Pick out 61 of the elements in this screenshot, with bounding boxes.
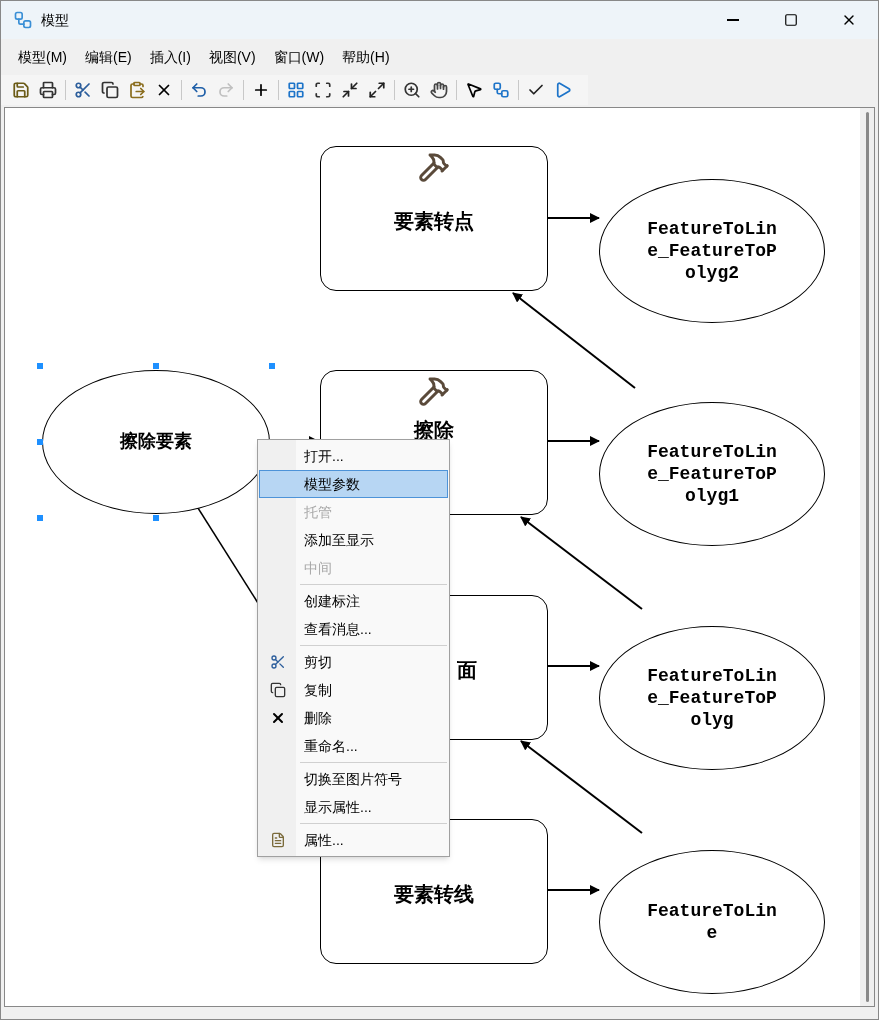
node-label: FeatureToLine_FeatureToPolyg1 [647, 441, 777, 507]
expand-icon [368, 81, 386, 99]
add-data-icon [252, 81, 270, 99]
vertical-scrollbar[interactable] [860, 108, 874, 1006]
node-label: 要素转线 [394, 881, 474, 907]
node-label: 面 [457, 657, 477, 683]
properties-icon [270, 832, 286, 848]
menu-item[interactable]: 编辑(E) [76, 46, 141, 68]
full-extent-icon [314, 81, 332, 99]
copy-icon [270, 682, 286, 698]
copy-icon [101, 81, 119, 99]
selection-handle[interactable] [269, 363, 275, 369]
context-menu-item[interactable]: 切换至图片符号 [259, 765, 448, 793]
node-label: 擦除 [414, 417, 454, 443]
model-icon [13, 10, 33, 30]
context-menu-item[interactable]: 打开... [259, 442, 448, 470]
selection-handle[interactable] [37, 363, 43, 369]
context-menu-item[interactable]: 复制 [259, 676, 448, 704]
selection-handle[interactable] [37, 515, 43, 521]
context-menu-item[interactable]: 创建标注 [259, 587, 448, 615]
context-menu-item[interactable]: 剪切 [259, 648, 448, 676]
context-menu-item[interactable]: 重命名... [259, 732, 448, 760]
minimize-icon [727, 19, 739, 21]
menu-item[interactable]: 模型(M) [9, 46, 76, 68]
node-label: FeatureToLine_FeatureToPolyg [647, 665, 777, 731]
menu-item[interactable]: 插入(I) [140, 46, 200, 68]
shrink-icon [341, 81, 359, 99]
run-icon [554, 81, 572, 99]
selection-handle[interactable] [153, 363, 159, 369]
node-label: FeatureToLine_FeatureToPolyg2 [647, 218, 777, 284]
pan-hand-icon [430, 81, 448, 99]
hammer-icon [418, 375, 450, 407]
scissors-icon [270, 654, 286, 670]
selection-handle[interactable] [153, 515, 159, 521]
selection-handle[interactable] [37, 439, 43, 445]
maximize-icon [784, 13, 798, 27]
context-menu-item[interactable]: 添加至显示 [259, 526, 448, 554]
printer-icon [39, 81, 57, 99]
redo-icon [217, 81, 235, 99]
connect-icon [492, 81, 510, 99]
grid-layout-icon [287, 81, 305, 99]
node-label: FeatureToLine [647, 900, 777, 944]
menu-item[interactable]: 帮助(H) [333, 46, 399, 68]
context-menu-item[interactable]: 查看消息... [259, 615, 448, 643]
paste-icon [128, 81, 146, 99]
undo-icon [190, 81, 208, 99]
context-menu-item[interactable]: 显示属性... [259, 793, 448, 821]
node-label: 擦除要素 [119, 431, 193, 453]
context-menu-item[interactable]: 模型参数 [259, 470, 448, 498]
hammer-icon [418, 151, 450, 183]
menu-item[interactable]: 视图(V) [199, 46, 265, 68]
context-menu-item[interactable]: 属性... [259, 826, 448, 854]
node-label: 要素转点 [394, 208, 474, 234]
scissors-icon [74, 81, 92, 99]
zoom-in-icon [403, 81, 421, 99]
pointer-icon [465, 81, 483, 99]
save-icon [12, 81, 30, 99]
context-menu-item[interactable]: 删除 [259, 704, 448, 732]
menu-item[interactable]: 窗口(W) [264, 46, 334, 68]
window-title: 模型 [41, 10, 69, 30]
delete-icon [270, 710, 286, 726]
